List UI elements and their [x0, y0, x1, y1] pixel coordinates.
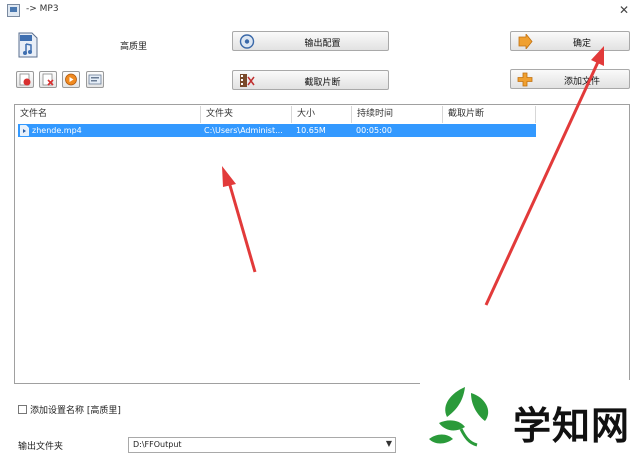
arrow-head-icon — [591, 46, 604, 66]
leaf-logo-icon — [429, 387, 489, 447]
annotation-arrow — [484, 61, 600, 306]
arrow-head-icon — [222, 166, 236, 187]
watermark-text: 学知网 — [513, 403, 631, 448]
annotation-arrow — [227, 181, 257, 273]
